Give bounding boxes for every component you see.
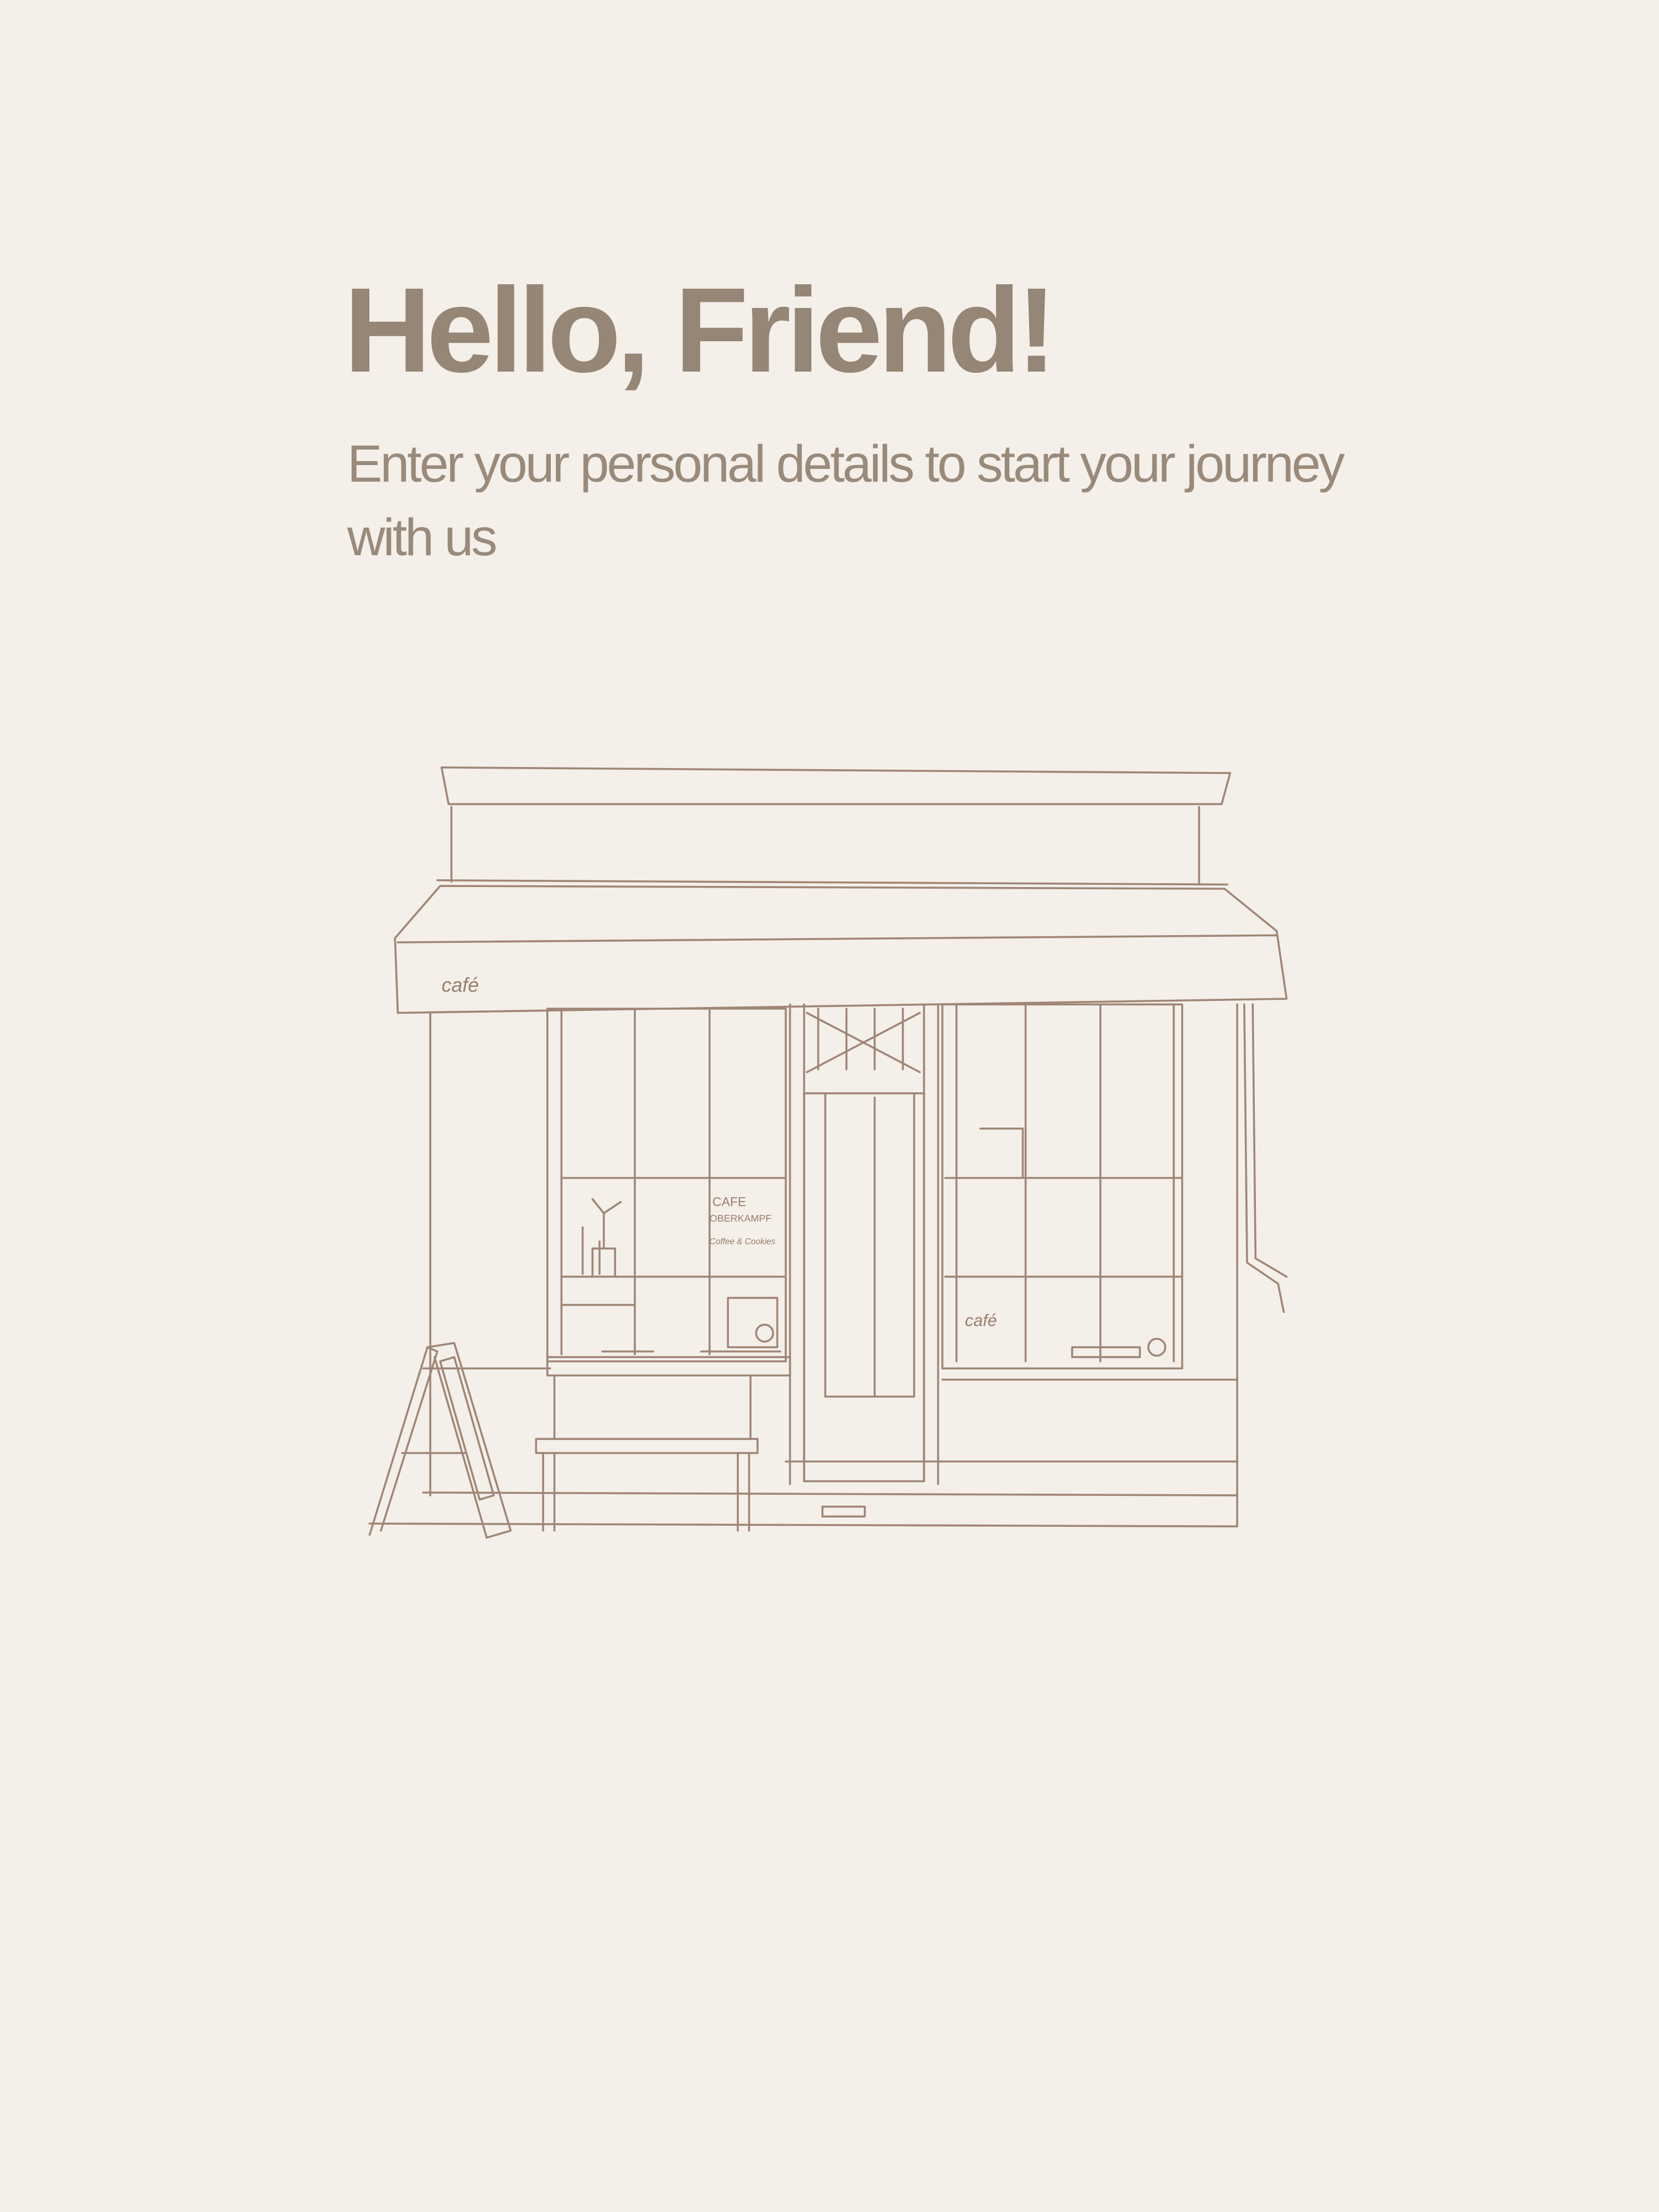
window-sign-line2: OBERKAMPF (709, 1213, 771, 1224)
cornice (440, 766, 1232, 886)
awning: café (394, 879, 1288, 1014)
building-walls (368, 1003, 1288, 1527)
window-logo: café (965, 1311, 997, 1330)
right-window: café (941, 1003, 1239, 1381)
door (789, 1003, 940, 1518)
left-window: CAFE OBERKAMPF Coffee & Cookies (546, 1008, 787, 1363)
bench (535, 1356, 791, 1532)
window-sign-line3: Coffee & Cookies (709, 1237, 775, 1246)
cafe-storefront-illustration: café CAFE OBERKAMPF Coffee & Cookies caf… (368, 766, 1288, 1539)
a-frame-sign (368, 1342, 512, 1539)
awning-logo: café (441, 974, 478, 996)
window-sign-line1: CAFE (712, 1194, 746, 1209)
